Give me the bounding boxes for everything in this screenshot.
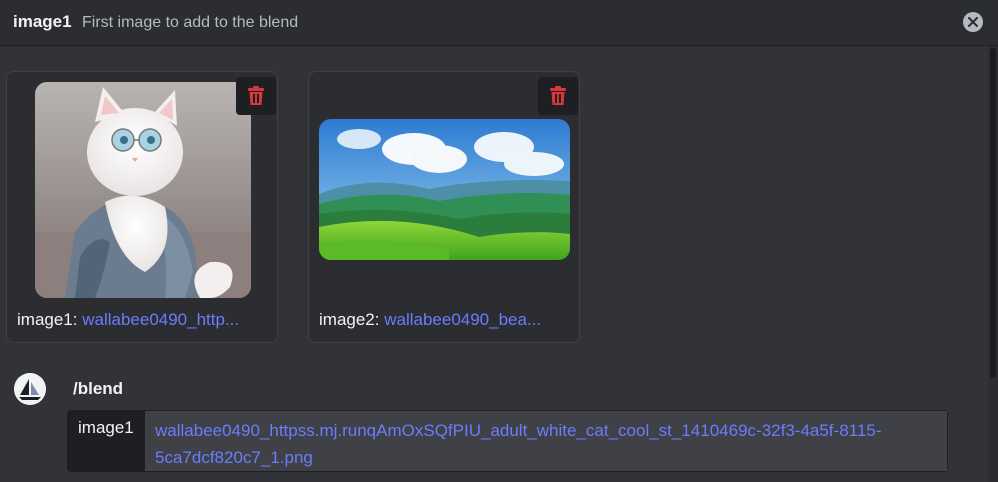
close-icon[interactable] <box>963 12 983 32</box>
option-description: First image to add to the blend <box>82 14 299 31</box>
attachment-link[interactable]: wallabee0490_bea... <box>384 310 541 329</box>
attachment-caption-2: image2: wallabee0490_bea... <box>319 310 541 330</box>
option-value[interactable]: wallabee0490_httpss.mj.runqAmOxSQfPIU_ad… <box>155 417 915 471</box>
attachment-card-2: image2: wallabee0490_bea... <box>308 71 580 343</box>
attachment-label: image1: <box>17 310 78 329</box>
command-name: /blend <box>73 379 124 398</box>
sailboat-icon <box>14 373 46 405</box>
delete-attachment-button-2[interactable] <box>538 77 578 115</box>
landscape-image <box>319 119 570 260</box>
attachment-label: image2: <box>319 310 380 329</box>
option-header: image1 First image to add to the blend <box>0 0 998 46</box>
trash-icon <box>550 86 566 105</box>
cat-image <box>35 82 251 298</box>
scrollbar-thumb[interactable] <box>990 48 996 378</box>
bot-avatar[interactable] <box>14 373 46 405</box>
option-name-cell: image1 <box>68 411 145 471</box>
delete-attachment-button-1[interactable] <box>236 77 276 115</box>
option-name: image1 <box>78 418 134 437</box>
command-option[interactable]: image1 wallabee0490_httpss.mj.runqAmOxSQ… <box>67 410 948 472</box>
option-title: image1 <box>13 12 72 31</box>
attachment-caption-1: image1: wallabee0490_http... <box>17 310 239 330</box>
attachment-preview-1[interactable] <box>35 82 251 298</box>
option-value-cell[interactable]: wallabee0490_httpss.mj.runqAmOxSQfPIU_ad… <box>145 411 947 471</box>
attachment-preview-2[interactable] <box>319 119 570 260</box>
trash-icon <box>248 86 264 105</box>
attachment-card-1: image1: wallabee0490_http... <box>6 71 278 343</box>
scrollbar[interactable] <box>988 46 998 482</box>
attachment-link[interactable]: wallabee0490_http... <box>82 310 239 329</box>
